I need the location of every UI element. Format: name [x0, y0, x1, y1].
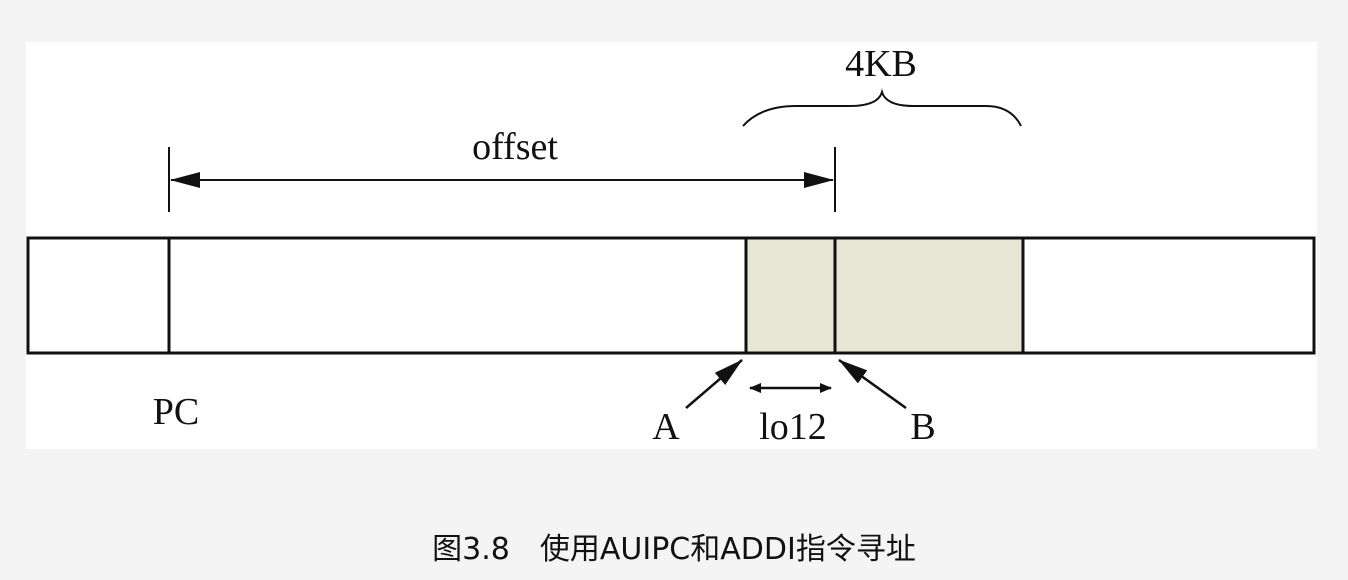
size-brace [742, 88, 1022, 127]
figure-panel: 4KB offset PC A lo12 B [26, 42, 1317, 449]
a-pointer-arrow [685, 359, 743, 409]
b-pointer-arrow [838, 358, 907, 410]
pc-label: PC [153, 391, 199, 433]
lo12-label: lo12 [759, 406, 827, 448]
a-label: A [652, 406, 680, 448]
addressing-diagram: 4KB offset PC A lo12 B [26, 43, 1316, 448]
b-label: B [910, 406, 935, 448]
figure-caption: 图3.8 使用AUIPC和ADDI指令寻址 [432, 532, 916, 567]
memory-bar [26, 236, 1316, 355]
offset-label: offset [472, 126, 558, 168]
highlighted-page-region [746, 238, 1023, 353]
size-label: 4KB [845, 43, 917, 85]
